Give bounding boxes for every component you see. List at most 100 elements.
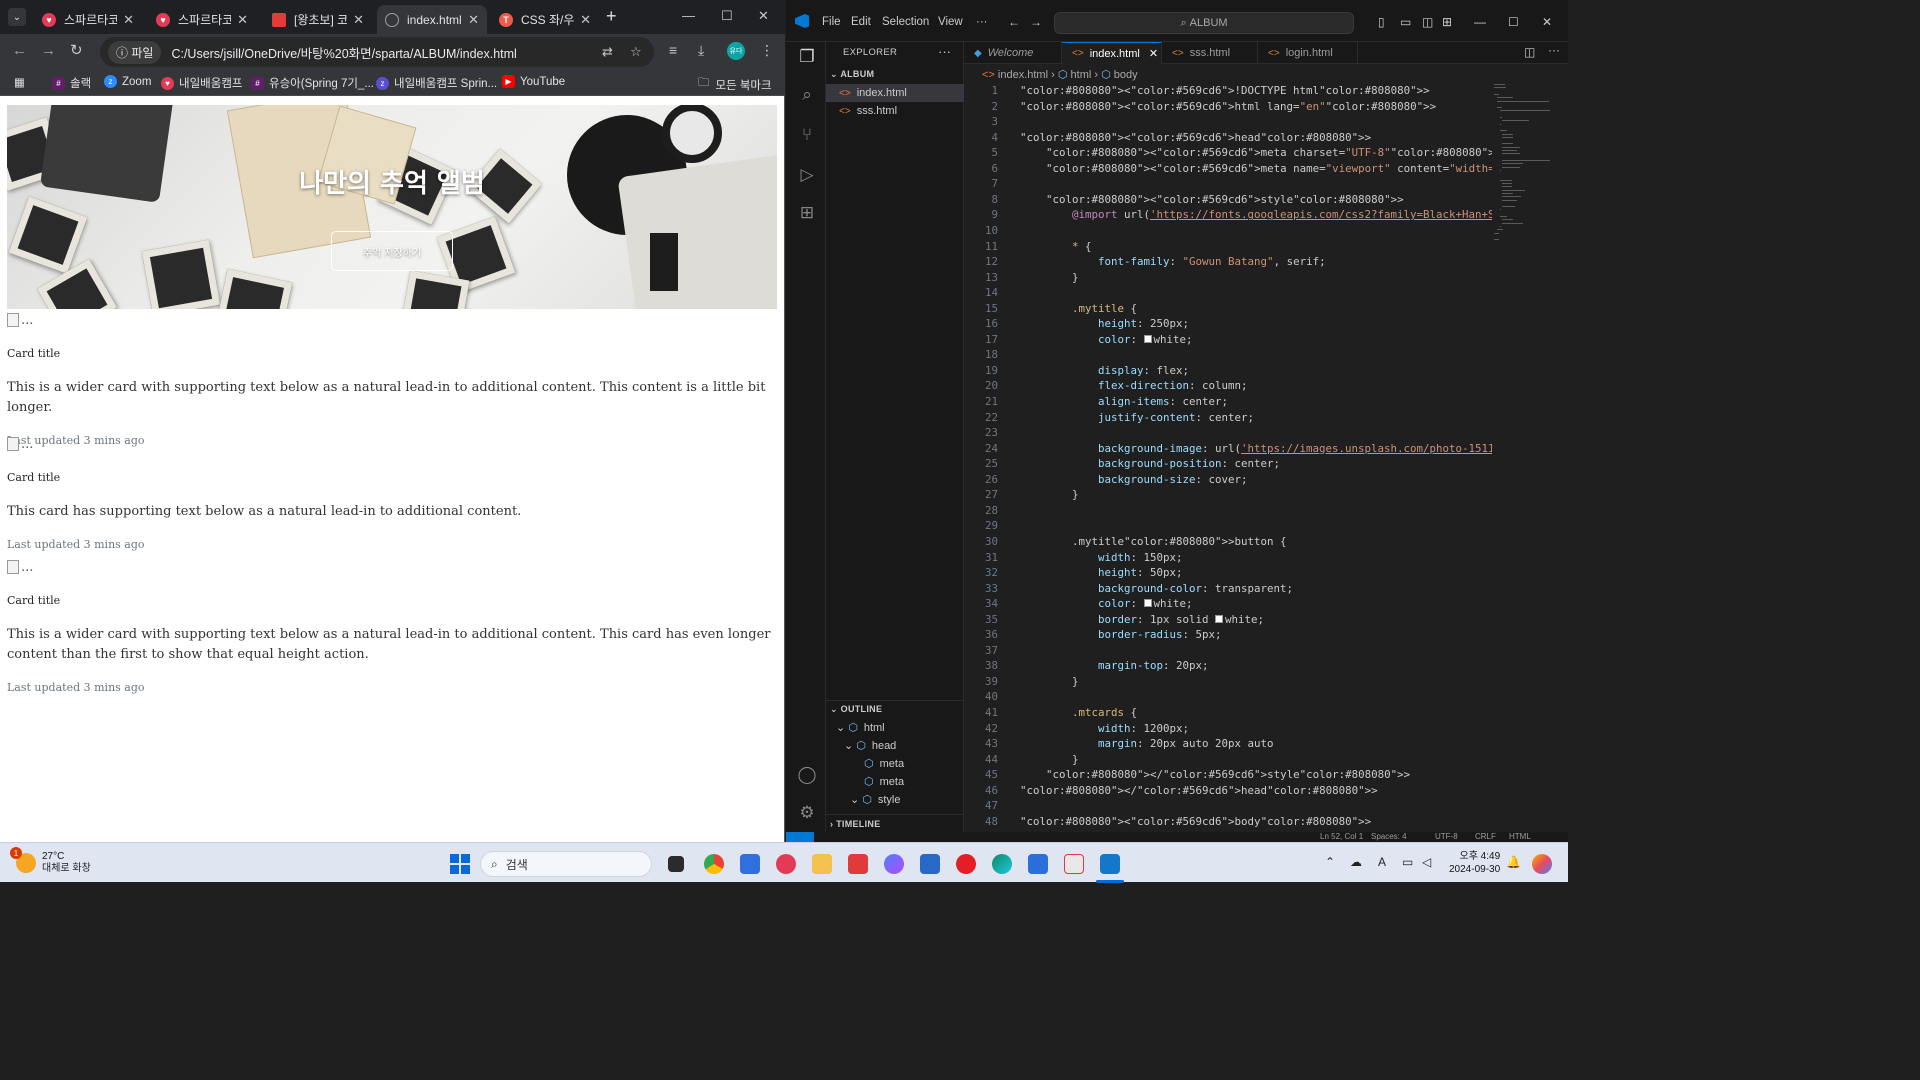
code-line[interactable]: .mytitle"color:#808080">>button { — [1020, 535, 1287, 548]
menu-file[interactable]: File — [822, 16, 841, 28]
download-icon[interactable]: ⤓ — [698, 43, 704, 58]
code-line[interactable]: background-size: cover; — [1020, 473, 1248, 486]
volume-icon[interactable]: ◁ — [1422, 855, 1431, 869]
code-line[interactable]: @import url('https://fonts.googleapis.co… — [1020, 208, 1492, 221]
copilot-icon[interactable] — [884, 854, 904, 874]
code-line[interactable]: color: white; — [1020, 597, 1193, 610]
sparta-taskbar-icon[interactable] — [776, 854, 796, 874]
menu-view[interactable]: View — [938, 16, 963, 28]
code-line[interactable]: border: 1px solid white; — [1020, 613, 1264, 626]
code-line[interactable]: border-radius: 5px; — [1020, 628, 1222, 641]
nav-back-icon[interactable]: ← — [1008, 15, 1020, 29]
code-line[interactable]: margin-top: 20px; — [1020, 659, 1209, 672]
code-line[interactable]: height: 50px; — [1020, 566, 1183, 579]
toggle-secondary-sidebar-icon[interactable]: ◫ — [1422, 15, 1433, 29]
code-line[interactable]: flex-direction: column; — [1020, 379, 1248, 392]
outline-item-meta[interactable]: ⬡ meta — [864, 775, 904, 789]
settings-gear-icon[interactable]: ⚙ — [796, 802, 818, 824]
code-line[interactable]: .mtcards { — [1020, 706, 1137, 719]
code-line[interactable]: width: 150px; — [1020, 551, 1183, 564]
taskbar-search[interactable]: ⌕ 검색 — [480, 851, 652, 877]
timeline-section[interactable]: › TIMELINE — [830, 819, 881, 829]
code-line[interactable]: margin: 20px auto 20px auto — [1020, 737, 1274, 750]
notepad-icon[interactable] — [1028, 854, 1048, 874]
code-line[interactable]: align-items: center; — [1020, 395, 1228, 408]
code-line[interactable]: "color:#808080"><"color:#569cd6">style"c… — [1020, 193, 1404, 206]
remote-indicator[interactable] — [786, 832, 814, 842]
bookmark-slack[interactable]: # 솔랙 — [52, 75, 91, 91]
task-view-icon[interactable] — [668, 856, 684, 872]
bookmark-youtube[interactable]: ▶ YouTube — [502, 75, 565, 88]
code-line[interactable]: "color:#808080"><"color:#569cd6">body"co… — [1020, 815, 1371, 828]
split-editor-icon[interactable]: ◫ — [1524, 45, 1535, 59]
start-windows-icon[interactable] — [450, 854, 470, 874]
all-bookmarks[interactable]: 🗀 모든 북마크 — [698, 75, 772, 94]
code-line[interactable]: "color:#808080"><"color:#569cd6">!DOCTYP… — [1020, 84, 1430, 97]
code-line[interactable]: } — [1020, 271, 1079, 284]
minimize-icon[interactable]: — — [682, 8, 695, 23]
profile-avatar[interactable]: 유다 — [727, 42, 745, 60]
chrome-tab-5[interactable]: T CSS 좌/우/가 ✕ — [491, 5, 599, 34]
site-info-chip[interactable]: ⓘ 파일 — [108, 40, 162, 64]
code-line[interactable]: color: white; — [1020, 333, 1193, 346]
address-text[interactable]: C:/Users/jsill/OneDrive/바탕%20화면/sparta/A… — [171, 43, 516, 62]
toggle-sidebar-icon[interactable]: ▯ — [1378, 15, 1385, 29]
tab-search-button[interactable]: ⌄ — [8, 8, 26, 26]
code-line[interactable]: "color:#808080"><"color:#569cd6">head"co… — [1020, 131, 1371, 144]
code-line[interactable]: } — [1020, 675, 1079, 688]
code-line[interactable]: background-image: url('https://images.un… — [1020, 442, 1492, 455]
code-line[interactable]: } — [1020, 488, 1079, 501]
close-tab-icon[interactable]: ✕ — [468, 12, 479, 28]
code-line[interactable]: .mytitle { — [1020, 302, 1137, 315]
notifications-icon[interactable]: 🔔 — [1506, 855, 1521, 869]
code-line[interactable]: "color:#808080"></"color:#569cd6">style"… — [1020, 768, 1410, 781]
run-debug-icon[interactable]: ▷ — [796, 164, 818, 186]
close-tab-icon[interactable]: ✕ — [1149, 47, 1158, 60]
outline-item-head[interactable]: ⌄ ⬡ head — [844, 739, 896, 753]
chrome-menu-icon[interactable]: ⋮ — [760, 43, 774, 58]
edge-icon[interactable] — [992, 854, 1012, 874]
language-mode[interactable]: HTML — [1509, 832, 1531, 842]
code-line[interactable]: "color:#808080"><"color:#569cd6">meta ch… — [1020, 146, 1492, 159]
code-line[interactable]: } — [1020, 753, 1079, 766]
forward-arrow-icon[interactable]: → — [41, 43, 56, 58]
chrome-tab-3[interactable]: [왕초보] 코딩 ✕ — [264, 5, 372, 34]
nav-forward-icon[interactable]: → — [1030, 15, 1042, 29]
account-icon[interactable]: ◯ — [796, 764, 818, 786]
close-window-icon[interactable]: ✕ — [1542, 15, 1552, 29]
code-line[interactable]: font-family: "Gowun Batang", serif; — [1020, 255, 1326, 268]
mail-icon[interactable] — [920, 854, 940, 874]
menu-more[interactable]: ··· — [976, 16, 988, 28]
code-editor[interactable]: 1 "color:#808080"><"color:#569cd6">!DOCTY… — [964, 84, 1492, 832]
apps-grid-icon[interactable]: ▦ — [14, 75, 25, 89]
chrome-taskbar-icon[interactable] — [704, 854, 724, 874]
sync-app-icon[interactable] — [848, 854, 868, 874]
address-bar[interactable]: ⓘ 파일 C:/Users/jsill/OneDrive/바탕%20화면/spa… — [100, 37, 654, 67]
back-arrow-icon[interactable]: ← — [12, 43, 27, 58]
code-line[interactable]: display: flex; — [1020, 364, 1189, 377]
code-line[interactable]: background-color: transparent; — [1020, 582, 1293, 595]
save-memory-button[interactable]: 추억 저장하기 — [331, 231, 453, 271]
tab-sss-html[interactable]: <> sss.html — [1162, 42, 1258, 64]
bookmark-star-icon[interactable]: ☆ — [630, 44, 642, 60]
file-index-html[interactable]: <> index.html — [826, 84, 964, 102]
vscode-taskbar-icon[interactable] — [1100, 854, 1120, 874]
code-line[interactable]: "color:#808080"><"color:#569cd6">html la… — [1020, 100, 1436, 113]
code-line[interactable]: "color:#808080"></"color:#569cd6">head"c… — [1020, 784, 1378, 797]
more-actions-icon[interactable]: ··· — [1548, 43, 1560, 57]
folder-album[interactable]: ⌄ ALBUM — [830, 69, 874, 80]
close-tab-icon[interactable]: ✕ — [123, 12, 134, 28]
encoding[interactable]: UTF-8 — [1435, 832, 1458, 842]
bookmark-camp-spring[interactable]: z 내일배움캠프 Sprin... — [376, 75, 497, 91]
minimap[interactable] — [1494, 84, 1558, 284]
outline-item-html[interactable]: ⌄ ⬡ html — [836, 721, 885, 735]
translate-icon[interactable]: ⇄ — [602, 44, 613, 60]
media-player-icon[interactable] — [956, 854, 976, 874]
network-icon[interactable]: ▭ — [1402, 855, 1413, 869]
file-sss-html[interactable]: <> sss.html — [826, 102, 964, 120]
close-tab-icon[interactable]: ✕ — [580, 12, 591, 28]
code-line[interactable]: "color:#808080"><"color:#569cd6">meta na… — [1020, 162, 1492, 175]
menu-edit[interactable]: Edit — [851, 16, 871, 28]
close-tab-icon[interactable]: ✕ — [237, 12, 248, 28]
chrome-tab-4-active[interactable]: index.html ✕ — [377, 5, 487, 34]
